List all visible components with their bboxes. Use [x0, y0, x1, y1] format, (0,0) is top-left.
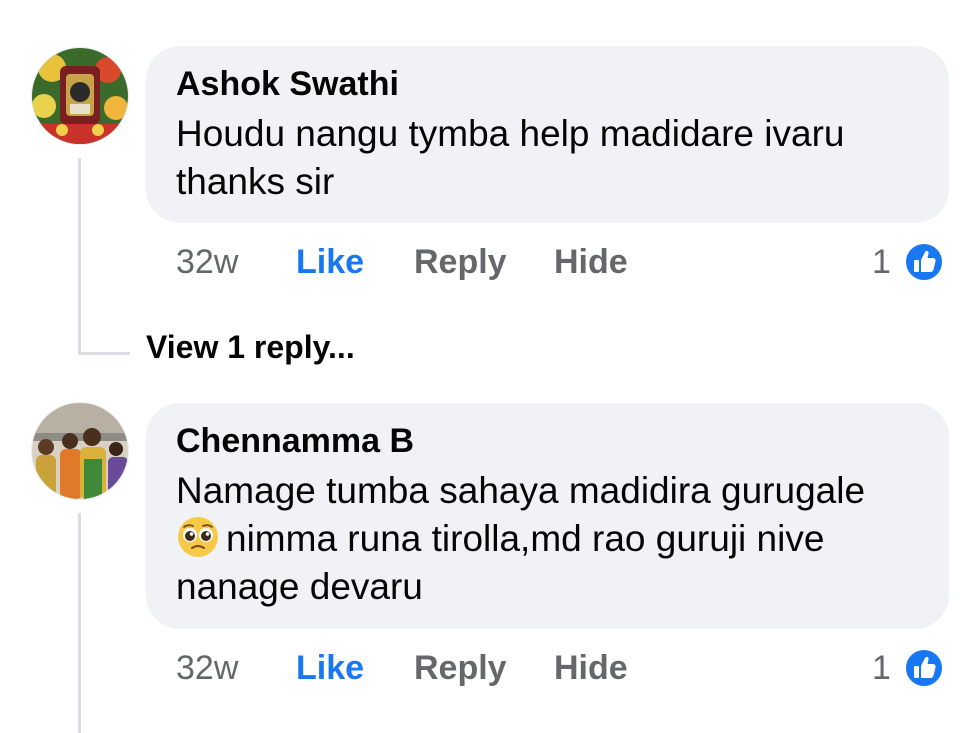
comment-bubble[interactable]: Ashok Swathi Houdu nangu tymba help madi…: [146, 46, 949, 223]
reply-button[interactable]: Reply: [414, 643, 507, 693]
reaction-count[interactable]: 1: [872, 643, 891, 693]
reply-button[interactable]: Reply: [414, 237, 507, 287]
comment-author[interactable]: Chennamma B: [176, 421, 925, 461]
thread-connector: [78, 352, 130, 355]
hide-button[interactable]: Hide: [554, 643, 628, 693]
comment-text-line: nimma runa tirolla,md rao guruji nive: [226, 518, 825, 559]
thread-line: [78, 513, 81, 733]
comment-actions: 32w Like Reply Hide 1: [176, 237, 956, 287]
avatar-image-temple: [32, 48, 128, 144]
reaction-count[interactable]: 1: [872, 237, 891, 287]
pleading-face-emoji: [178, 517, 218, 557]
avatar-image-group-photo: [32, 403, 128, 499]
comment-text-line: Houdu nangu tymba help madidare ivaru: [176, 113, 845, 154]
avatar[interactable]: [32, 48, 128, 144]
comment-text-line: thanks sir: [176, 161, 335, 202]
comment-timestamp[interactable]: 32w: [176, 237, 238, 287]
comment-text: Namage tumba sahaya madidira gurugale ni…: [176, 467, 925, 611]
comment-bubble[interactable]: Chennamma B Namage tumba sahaya madidira…: [146, 403, 949, 629]
comment-actions: 32w Like Reply Hide 1: [176, 643, 956, 693]
comment-text-line: nanage devaru: [176, 566, 423, 607]
comment-text-line: Namage tumba sahaya madidira gurugale: [176, 470, 866, 511]
hide-button[interactable]: Hide: [554, 237, 628, 287]
like-button[interactable]: Like: [296, 643, 364, 693]
avatar[interactable]: [32, 403, 128, 499]
thumbs-up-icon[interactable]: [904, 648, 944, 688]
view-replies-link[interactable]: View 1 reply...: [146, 325, 355, 369]
like-button[interactable]: Like: [296, 237, 364, 287]
thread-line: [78, 158, 81, 355]
comment-author[interactable]: Ashok Swathi: [176, 64, 925, 104]
thumbs-up-icon[interactable]: [904, 242, 944, 282]
comment-text: Houdu nangu tymba help madidare ivaru th…: [176, 110, 925, 206]
comment-timestamp[interactable]: 32w: [176, 643, 238, 693]
comment-text-line-with-emoji: nimma runa tirolla,md rao guruji nive: [176, 515, 925, 563]
